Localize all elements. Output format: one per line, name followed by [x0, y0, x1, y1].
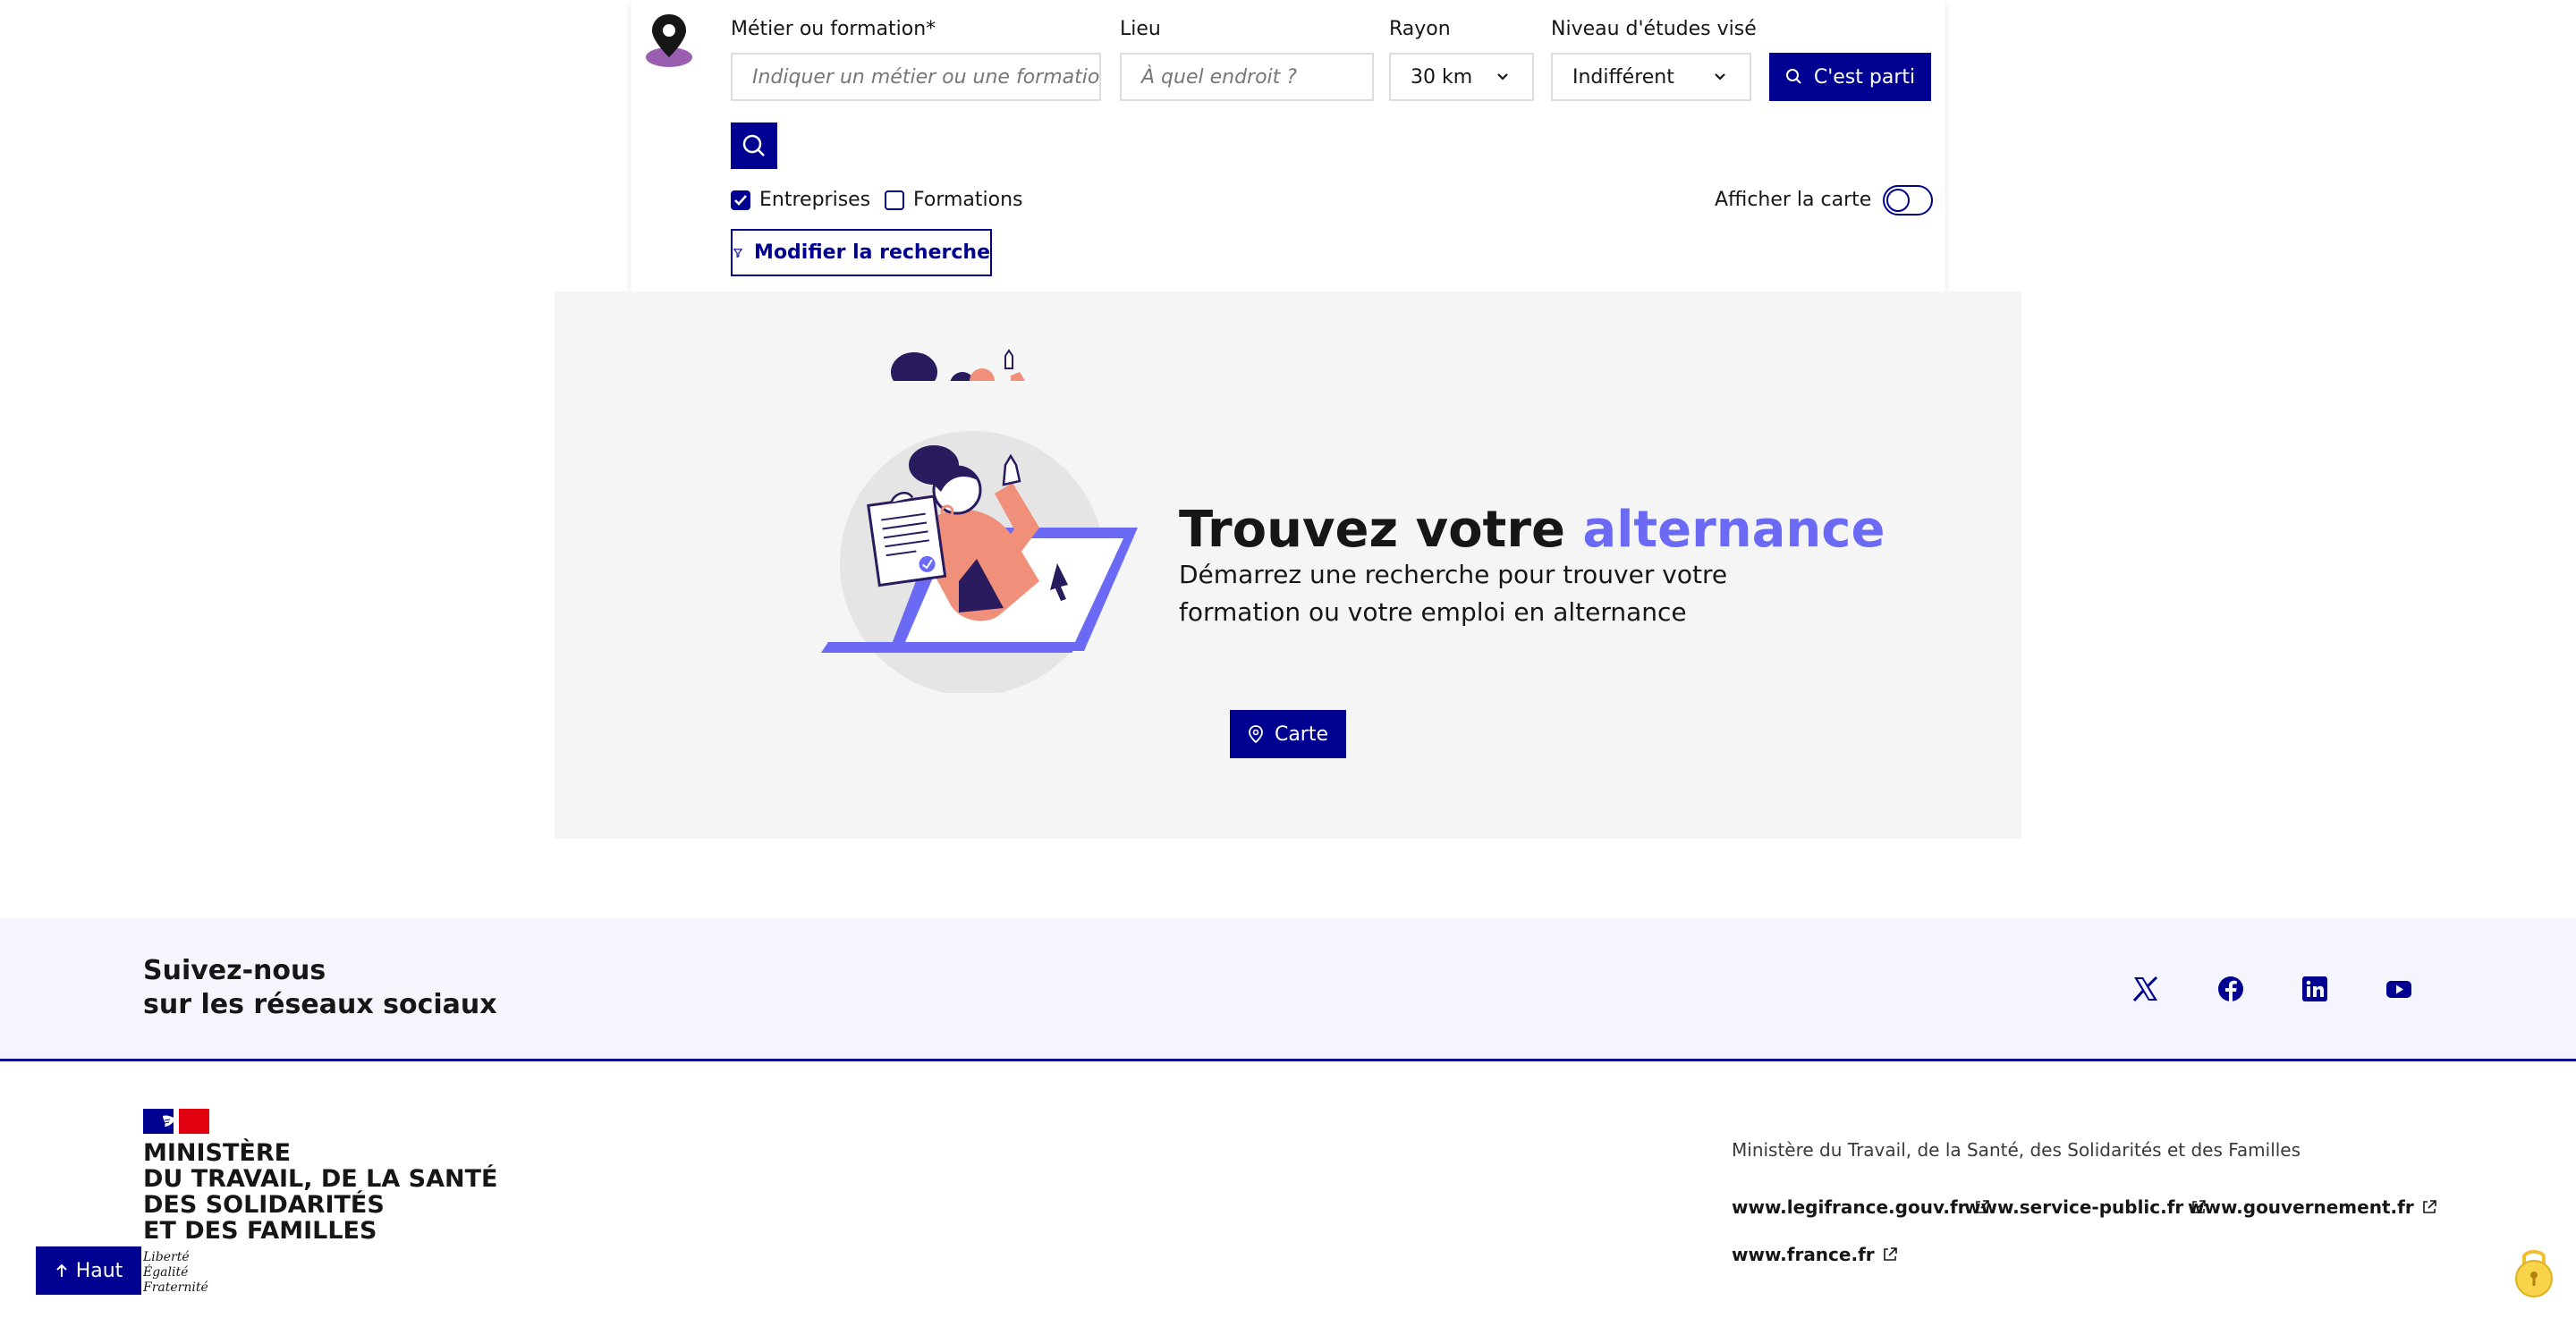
arrow-up-icon — [55, 1263, 67, 1277]
footer-link-label: www.service-public.fr — [1964, 1196, 2184, 1218]
hero-title-text: Trouvez votre — [1179, 501, 1583, 559]
x-icon[interactable] — [2131, 974, 2161, 1004]
niveau-label: Niveau d'études visé — [1551, 18, 1757, 40]
footer-link-label: www.legifrance.gouv.fr — [1732, 1196, 1967, 1218]
map-button-label: Carte — [1274, 722, 1329, 746]
youtube-icon[interactable] — [2384, 974, 2414, 1004]
motto-line: Liberté — [143, 1250, 190, 1264]
lieu-label: Lieu — [1120, 18, 1161, 40]
cookie-consent-icon[interactable] — [2512, 1243, 2556, 1298]
search-icon — [1785, 69, 1801, 84]
map-toggle-label: Afficher la carte — [1715, 189, 1872, 211]
niveau-select[interactable]: Indifférent — [1551, 53, 1751, 101]
hero-illustration — [816, 429, 1147, 696]
search-icon-button[interactable] — [731, 123, 777, 169]
illustration-fragment — [886, 345, 1046, 381]
modify-search-button[interactable]: Modifier la recherche — [731, 229, 992, 276]
back-to-top-label: Haut — [75, 1259, 123, 1282]
niveau-value: Indifférent — [1572, 65, 1674, 89]
ministry-line: ET DES FAMILLES — [143, 1217, 377, 1245]
ministry-line: DU TRAVAIL, DE LA SANTÉ — [143, 1165, 498, 1193]
search-icon — [742, 134, 765, 156]
social-title-line2: sur les réseaux sociaux — [143, 989, 497, 1020]
metier-input[interactable]: Indiquer un métier ou une formation — [731, 53, 1101, 101]
rayon-value: 30 km — [1411, 65, 1473, 89]
rayon-select[interactable]: 30 km — [1389, 53, 1534, 101]
ministry-line: DES SOLIDARITÉS — [143, 1191, 385, 1219]
footer-link-gouvernement[interactable]: www.gouvernement.fr — [2188, 1196, 2437, 1218]
social-section: Suivez-nous sur les réseaux sociaux — [0, 918, 2576, 1061]
linkedin-icon[interactable] — [2300, 974, 2330, 1004]
hero-description: Démarrez une recherche pour trouver votr… — [1179, 560, 1728, 627]
social-title: Suivez-nous sur les réseaux sociaux — [143, 954, 497, 1022]
entreprises-checkbox[interactable] — [731, 190, 750, 210]
search-submit-button[interactable]: C'est parti — [1769, 53, 1931, 101]
filter-icon — [733, 248, 743, 258]
entreprises-label[interactable]: Entreprises — [759, 189, 870, 211]
facebook-icon[interactable] — [2216, 974, 2246, 1004]
chevron-down-icon — [1715, 73, 1725, 80]
rayon-label: Rayon — [1389, 18, 1451, 40]
footer-description: Ministère du Travail, de la Santé, des S… — [1732, 1139, 2301, 1161]
search-panel: Métier ou formation* Indiquer un métier … — [631, 0, 1945, 291]
footer-link-label: www.gouvernement.fr — [2188, 1196, 2414, 1218]
toggle-knob — [1886, 189, 1910, 212]
formations-label[interactable]: Formations — [913, 189, 1023, 211]
footer-link-label: www.france.fr — [1732, 1244, 1875, 1265]
metier-label: Métier ou formation* — [731, 18, 936, 40]
marianne-logo — [143, 1109, 209, 1134]
search-submit-label: C'est parti — [1813, 65, 1916, 89]
footer-link-service-public[interactable]: www.service-public.fr — [1964, 1196, 2207, 1218]
ministry-line: MINISTÈRE — [143, 1139, 292, 1167]
footer-link-france[interactable]: www.france.fr — [1732, 1244, 1898, 1265]
external-link-icon — [1883, 1247, 1897, 1261]
checkmark-icon — [734, 195, 747, 206]
ministry-name: MINISTÈRE DU TRAVAIL, DE LA SANTÉ DES SO… — [143, 1140, 519, 1244]
modify-search-label: Modifier la recherche — [754, 241, 990, 264]
location-pin-icon — [643, 13, 695, 68]
external-link-icon — [2422, 1200, 2436, 1213]
formations-checkbox[interactable] — [885, 190, 904, 210]
hero-title-accent: alternance — [1582, 501, 1885, 559]
footer-link-legifrance[interactable]: www.legifrance.gouv.fr — [1732, 1196, 1990, 1218]
republic-motto: Liberté Égalité Fraternité — [143, 1250, 208, 1296]
map-button[interactable]: Carte — [1230, 710, 1346, 758]
back-to-top-button[interactable]: Haut — [36, 1246, 141, 1295]
map-pin-icon — [1249, 725, 1263, 743]
map-toggle[interactable] — [1883, 185, 1933, 215]
lieu-input[interactable]: À quel endroit ? — [1120, 53, 1374, 101]
chevron-down-icon — [1497, 73, 1508, 80]
motto-line: Égalité — [143, 1265, 189, 1280]
motto-line: Fraternité — [143, 1280, 208, 1295]
social-title-line1: Suivez-nous — [143, 955, 326, 986]
footer: MINISTÈRE DU TRAVAIL, DE LA SANTÉ DES SO… — [0, 1064, 2576, 1318]
hero-title: Trouvez votre alternance — [1179, 501, 1885, 559]
